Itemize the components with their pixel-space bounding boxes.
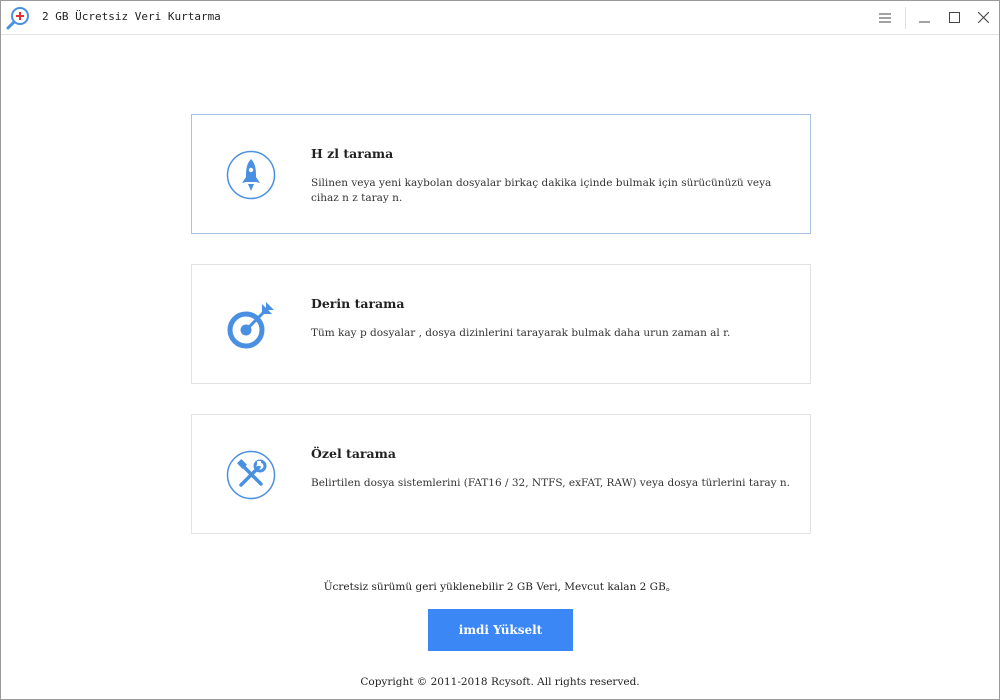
close-icon xyxy=(977,12,989,23)
deep-scan-description: Tüm kay p dosyalar , dosya dizinlerini t… xyxy=(311,327,731,339)
copyright-text: Copyright © 2011-2018 Rcysoft. All right… xyxy=(360,676,640,688)
minimize-icon xyxy=(918,21,930,23)
quota-text: Ücretsiz sürümü geri yüklenebilir 2 GB V… xyxy=(323,581,677,593)
upgrade-button[interactable]: imdi Yükselt xyxy=(428,609,573,651)
rocket-icon xyxy=(226,150,276,200)
quick-scan-title: H zl tarama xyxy=(311,146,394,161)
titlebar-separator xyxy=(905,7,906,29)
quick-scan-card[interactable]: H zl tarama Silinen veya yeni kaybolan d… xyxy=(191,114,811,234)
custom-scan-title: Özel tarama xyxy=(311,446,396,461)
custom-scan-description: Belirtilen dosya sistemlerini (FAT16 / 3… xyxy=(311,477,790,489)
app-window: 2 GB Ücretsiz Veri Kurtarma H zl tarama … xyxy=(0,0,1000,700)
window-title: 2 GB Ücretsiz Veri Kurtarma xyxy=(42,10,221,23)
hamburger-menu-icon xyxy=(879,13,891,22)
tools-icon xyxy=(226,450,276,500)
target-arrow-icon xyxy=(227,302,274,349)
minimize-button[interactable] xyxy=(909,1,939,34)
maximize-button[interactable] xyxy=(939,1,969,34)
close-button[interactable] xyxy=(968,1,998,34)
deep-scan-card[interactable]: Derin tarama Tüm kay p dosyalar , dosya … xyxy=(191,264,811,384)
deep-scan-title: Derin tarama xyxy=(311,296,405,311)
title-bar: 2 GB Ücretsiz Veri Kurtarma xyxy=(1,1,999,35)
maximize-icon xyxy=(948,12,960,23)
menu-button[interactable] xyxy=(870,1,900,34)
custom-scan-card[interactable]: Özel tarama Belirtilen dosya sistemlerin… xyxy=(191,414,811,534)
quick-scan-description: Silinen veya yeni kaybolan dosyalar birk… xyxy=(311,177,772,204)
magnifier-plus-icon xyxy=(6,7,29,30)
